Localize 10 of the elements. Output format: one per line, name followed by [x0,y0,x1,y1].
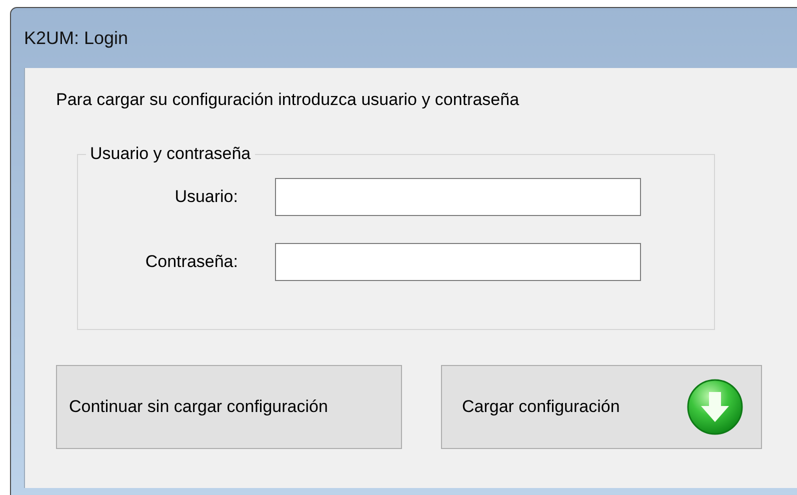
window-title: K2UM: Login [24,28,128,48]
input-field[interactable] [275,178,641,216]
input-field[interactable] [275,243,641,281]
group-label: Usuario y contraseña [89,144,252,164]
field-label: Usuario: [174,187,238,207]
field-label: Contraseña: [144,252,238,272]
instruction-text: Para cargar su configuración introduzca usuario y contraseña [56,90,520,110]
load-button[interactable]: Cargar configuración [441,365,762,449]
download-icon [686,378,744,436]
continue-button[interactable]: Continuar sin cargar configuración [56,365,402,449]
